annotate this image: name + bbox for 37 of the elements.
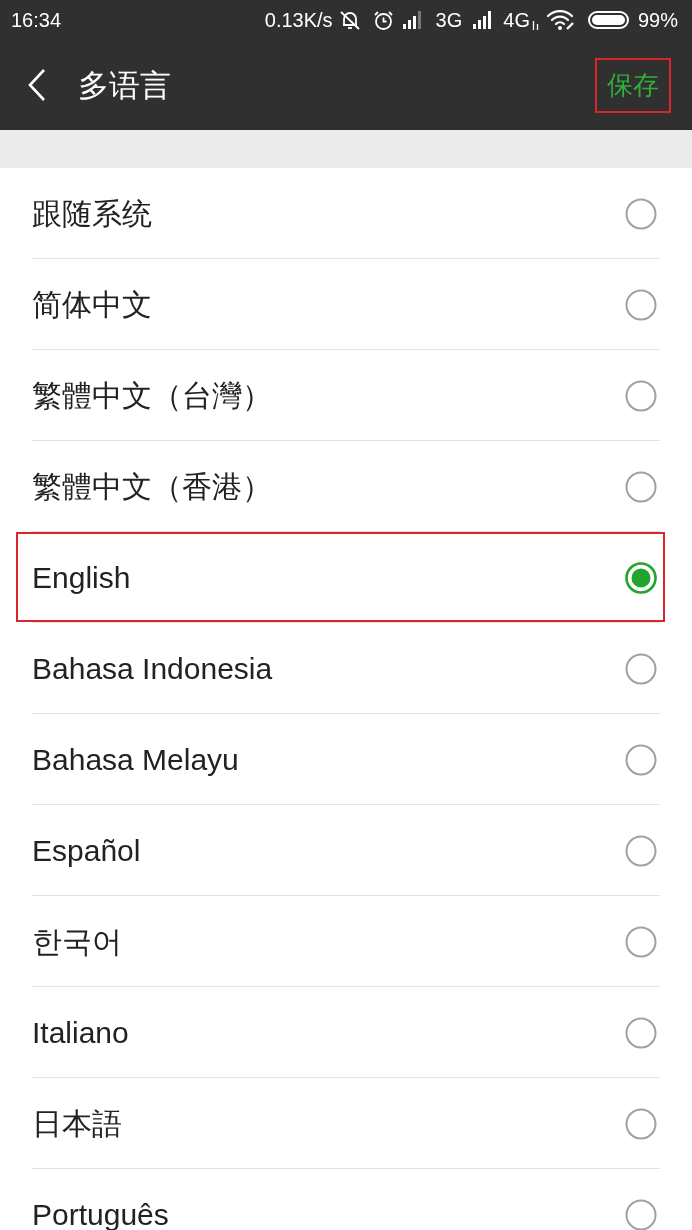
data-indicator-icon	[531, 20, 539, 30]
radio-button[interactable]	[625, 926, 657, 958]
radio-button[interactable]	[625, 1108, 657, 1140]
page-title: 多语言	[78, 69, 171, 101]
language-option[interactable]: 简体中文	[16, 259, 665, 349]
radio-button[interactable]	[625, 835, 657, 867]
alarm-clock-icon	[372, 9, 394, 31]
radio-button[interactable]	[625, 289, 657, 321]
radio-button[interactable]	[625, 380, 657, 412]
muted-bell-icon	[338, 9, 361, 31]
network-type: 3G	[435, 10, 463, 30]
language-option[interactable]: 繁體中文（香港）	[16, 441, 665, 531]
radio-button[interactable]	[625, 653, 657, 685]
language-option[interactable]: Bahasa Indonesia	[16, 623, 665, 713]
language-option[interactable]: 繁體中文（台灣）	[16, 350, 665, 440]
radio-button[interactable]	[625, 471, 657, 503]
language-option[interactable]: 日本語	[16, 1078, 665, 1168]
radio-button[interactable]	[625, 1199, 657, 1230]
language-option[interactable]: 跟随系统	[16, 168, 665, 258]
language-option[interactable]: English	[16, 532, 665, 622]
language-option[interactable]: Bahasa Melayu	[16, 714, 665, 804]
radio-button[interactable]	[625, 1017, 657, 1049]
radio-button[interactable]	[625, 744, 657, 776]
language-option[interactable]: Italiano	[16, 987, 665, 1077]
back-icon[interactable]	[28, 69, 46, 101]
signal-icon	[402, 11, 424, 29]
status-time: 16:34	[11, 10, 62, 30]
network-speed: 0.13K/s	[264, 10, 333, 30]
language-option[interactable]: 한국어	[16, 896, 665, 986]
wifi-icon	[545, 9, 576, 31]
battery-icon	[587, 11, 629, 29]
battery-level: 99%	[637, 10, 678, 30]
language-option[interactable]: Español	[16, 805, 665, 895]
network-type: 4G	[503, 10, 530, 30]
save-button[interactable]: 保存	[595, 57, 671, 113]
radio-button[interactable]	[625, 198, 657, 230]
radio-button[interactable]	[625, 562, 657, 594]
